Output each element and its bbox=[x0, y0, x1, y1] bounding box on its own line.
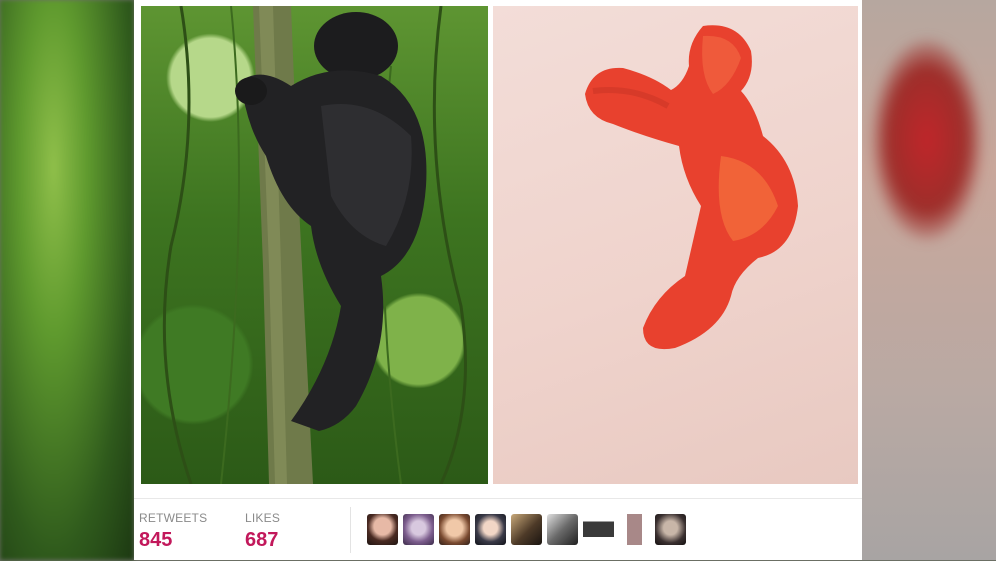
avatar-6[interactable] bbox=[547, 514, 578, 545]
cheeto-photo[interactable] bbox=[493, 6, 858, 484]
gorilla-illustration bbox=[162, 6, 467, 484]
avatar-1[interactable] bbox=[367, 514, 398, 545]
retweets-count[interactable]: 845 bbox=[139, 529, 172, 552]
stats-divider bbox=[350, 507, 351, 553]
avatar-7[interactable] bbox=[583, 514, 614, 545]
liker-avatars bbox=[367, 514, 686, 546]
avatar-2[interactable] bbox=[403, 514, 434, 545]
blurred-background-left bbox=[0, 0, 134, 560]
likes-count[interactable]: 687 bbox=[245, 529, 278, 552]
cheeto-illustration bbox=[585, 25, 798, 350]
avatar-5[interactable] bbox=[511, 514, 542, 545]
likes-label: LIKES bbox=[245, 511, 281, 525]
blurred-background-right bbox=[862, 0, 996, 560]
retweets-label: RETWEETS bbox=[139, 511, 208, 525]
avatar-8[interactable] bbox=[619, 514, 650, 545]
tweet-card: RETWEETS 845 LIKES 687 bbox=[134, 0, 862, 560]
gorilla-photo[interactable] bbox=[141, 6, 488, 484]
avatar-3[interactable] bbox=[439, 514, 470, 545]
tweet-stats-bar: RETWEETS 845 LIKES 687 bbox=[134, 498, 862, 561]
avatar-9[interactable] bbox=[655, 514, 686, 545]
avatar-4[interactable] bbox=[475, 514, 506, 545]
